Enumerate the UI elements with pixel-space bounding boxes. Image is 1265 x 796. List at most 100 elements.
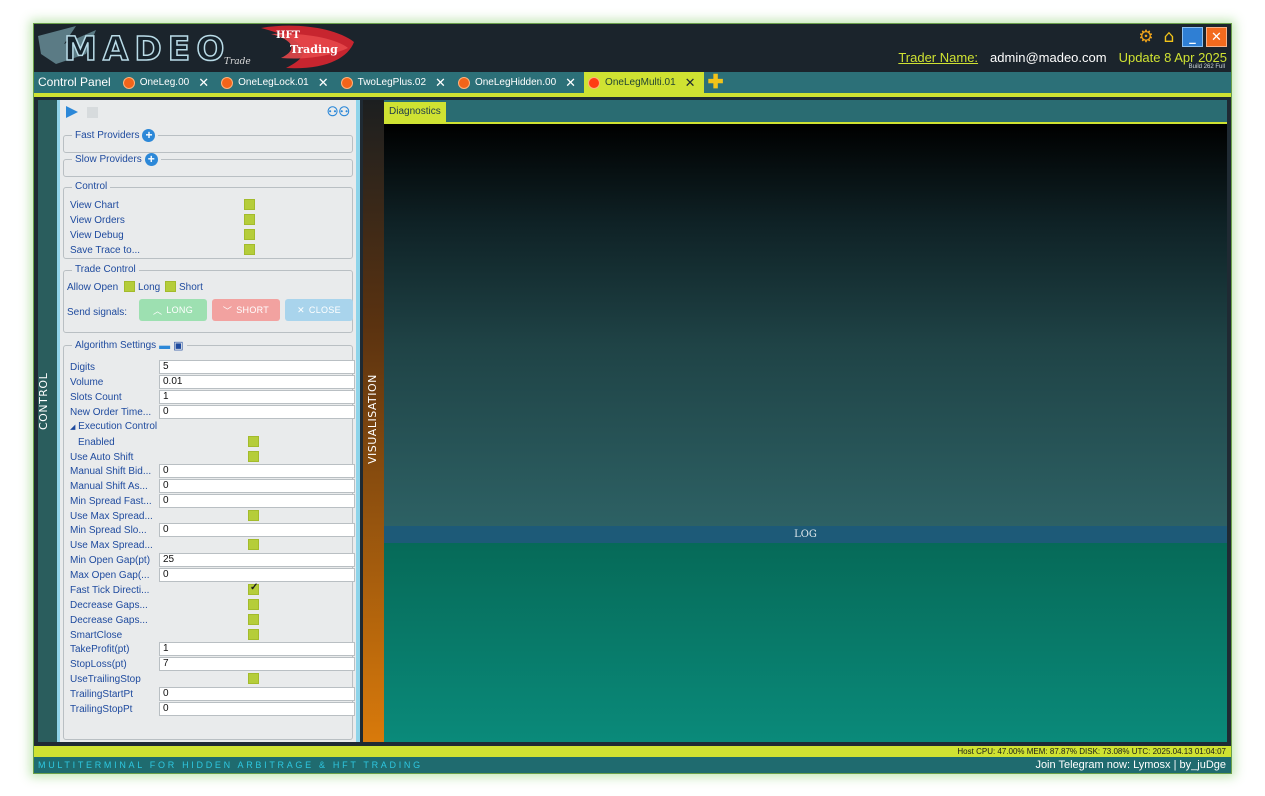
tab-oneleg-00[interactable]: OneLeg.00 ✕	[119, 72, 217, 93]
volume-row: Volume	[70, 375, 156, 389]
window-controls: ⚙ ⌂ _ ✕	[1136, 27, 1227, 47]
view-chart-row: View Chart	[70, 198, 156, 212]
view-orders-checkbox[interactable]	[244, 214, 255, 225]
decrease-gaps-1-checkbox[interactable]	[248, 599, 259, 610]
visualisation-strip[interactable]: VISUALISATION	[363, 100, 384, 742]
save-trace-label: Save Trace to...	[70, 244, 141, 256]
tab-oneleglock-01[interactable]: OneLegLock.01 ✕	[217, 72, 337, 93]
take-profit-label: TakeProfit(pt)	[70, 643, 130, 655]
save-trace-checkbox[interactable]	[244, 244, 255, 255]
short-signal-label: SHORT	[236, 305, 270, 315]
control-strip[interactable]: CONTROL	[37, 100, 57, 742]
tab-close-icon[interactable]: ✕	[435, 75, 446, 91]
add-tab-icon[interactable]: ✚	[708, 73, 724, 92]
tab-oneleghidden-00[interactable]: OneLegHidden.00 ✕	[454, 72, 584, 93]
allow-short-checkbox[interactable]	[165, 281, 176, 292]
close-button[interactable]: ✕	[1206, 27, 1227, 47]
logo-trade: Trade	[224, 57, 251, 67]
update-label: Update 8 Apr 2025	[1118, 50, 1227, 65]
trailing-stop-label: TrailingStopPt	[70, 703, 133, 715]
smart-close-checkbox[interactable]	[248, 629, 259, 640]
take-profit-row: TakeProfit(pt)	[70, 642, 156, 656]
status-dot-icon	[457, 76, 470, 89]
smart-close-label: SmartClose	[70, 629, 123, 641]
tab-underline	[34, 93, 1231, 97]
folder-icon[interactable]: ▬	[159, 340, 170, 352]
signal-buttons: ︿ LONG ﹀ SHORT ✕ CLOSE	[64, 299, 354, 321]
long-signal-button[interactable]: ︿ LONG	[139, 299, 207, 321]
use-max-spread-2-checkbox[interactable]	[248, 539, 259, 550]
trader-name-link[interactable]: Trader Name:	[898, 50, 978, 65]
min-spread-slow-field[interactable]: 0	[159, 523, 355, 537]
short-signal-button[interactable]: ﹀ SHORT	[212, 299, 280, 321]
allow-long-checkbox[interactable]	[124, 281, 135, 292]
status-bar: Host CPU: 47.00% MEM: 87.87% DISK: 73.08…	[34, 746, 1231, 757]
view-chart-label: View Chart	[70, 199, 119, 211]
header: MADEO HFT Trading Trade ⚙ ⌂ _ ✕ Trader N…	[34, 24, 1231, 72]
new-order-label: New Order Time...	[70, 406, 152, 418]
slots-label: Slots Count	[70, 391, 122, 403]
tab-bar: Control Panel OneLeg.00 ✕ OneLegLock.01 …	[34, 72, 1231, 93]
log-splitter[interactable]: LOG	[384, 526, 1227, 543]
trailing-start-label: TrailingStartPt	[70, 688, 133, 700]
tab-close-icon[interactable]: ✕	[565, 75, 576, 91]
tab-close-icon[interactable]: ✕	[685, 75, 696, 91]
manual-bid-field[interactable]: 0	[159, 464, 355, 478]
tab-close-icon[interactable]: ✕	[318, 75, 329, 91]
view-orders-label: View Orders	[70, 214, 125, 226]
algorithm-settings-label: Algorithm Settings	[75, 340, 157, 351]
enabled-checkbox[interactable]	[248, 436, 259, 447]
min-open-gap-field[interactable]: 25	[159, 553, 355, 567]
execution-control-expander[interactable]: ◢ Execution Control	[70, 421, 157, 432]
save-icon[interactable]: ▣	[173, 339, 183, 352]
algorithm-settings-title: Algorithm Settings ▬ ▣	[72, 339, 187, 352]
long-signal-label: LONG	[166, 305, 194, 315]
trailing-start-field[interactable]: 0	[159, 687, 355, 701]
build-label: Build 262 Full	[1188, 64, 1225, 70]
tab-control-panel[interactable]: Control Panel	[34, 72, 119, 93]
home-icon[interactable]: ⌂	[1159, 27, 1179, 47]
max-open-gap-label: Max Open Gap(...	[70, 569, 150, 581]
decrease-gaps-2-checkbox[interactable]	[248, 614, 259, 625]
telegram-link[interactable]: Join Telegram now: Lymosx | by_juDge	[1035, 759, 1226, 771]
tab-diagnostics[interactable]: Diagnostics	[384, 102, 446, 122]
slots-field[interactable]: 1	[159, 390, 355, 404]
digits-field[interactable]: 5	[159, 360, 355, 374]
add-slow-provider-icon[interactable]: +	[144, 153, 158, 166]
view-chart-checkbox[interactable]	[244, 199, 255, 210]
decrease-gaps-1-row: Decrease Gaps...	[70, 598, 156, 612]
trailing-stop-field[interactable]: 0	[159, 702, 355, 716]
use-max-spread-1-checkbox[interactable]	[248, 510, 259, 521]
fast-tick-checkbox[interactable]	[248, 582, 259, 595]
volume-field[interactable]: 0.01	[159, 375, 355, 389]
take-profit-field[interactable]: 1	[159, 642, 355, 656]
view-debug-checkbox[interactable]	[244, 229, 255, 240]
auto-shift-checkbox[interactable]	[248, 451, 259, 462]
minimize-icon: _	[1189, 29, 1196, 45]
new-order-field[interactable]: 0	[159, 405, 355, 419]
add-fast-provider-icon[interactable]: +	[142, 129, 156, 142]
allow-open-row: Allow Open	[67, 280, 118, 294]
logo-trading: Trading	[290, 43, 338, 56]
trailing-stop-row: TrailingStopPt	[70, 702, 156, 716]
gear-icon[interactable]: ⚙	[1136, 27, 1156, 47]
stop-loss-field[interactable]: 7	[159, 657, 355, 671]
fast-providers-title: Fast Providers +	[72, 129, 159, 142]
fast-providers-group: Fast Providers +	[63, 129, 353, 153]
close-signal-button[interactable]: ✕ CLOSE	[285, 299, 353, 321]
tab-onelegmulti-01[interactable]: OneLegMulti.01 ✕	[584, 72, 704, 93]
people-icon[interactable]: ⚇⚇	[327, 104, 350, 120]
tab-close-icon[interactable]: ✕	[198, 75, 209, 91]
use-trailing-checkbox[interactable]	[248, 673, 259, 684]
play-icon[interactable]	[66, 106, 78, 118]
status-dot-icon	[221, 76, 234, 89]
manual-ask-field[interactable]: 0	[159, 479, 355, 493]
tab-twolegplus-02[interactable]: TwoLegPlus.02 ✕	[337, 72, 454, 93]
execution-control-label: Execution Control	[78, 421, 158, 432]
minimize-button[interactable]: _	[1182, 27, 1203, 47]
new-order-row: New Order Time...	[70, 405, 156, 419]
max-open-gap-field[interactable]: 0	[159, 568, 355, 582]
stop-icon[interactable]	[87, 107, 98, 118]
min-spread-fast-field[interactable]: 0	[159, 494, 355, 508]
status-dot-icon	[340, 76, 353, 89]
